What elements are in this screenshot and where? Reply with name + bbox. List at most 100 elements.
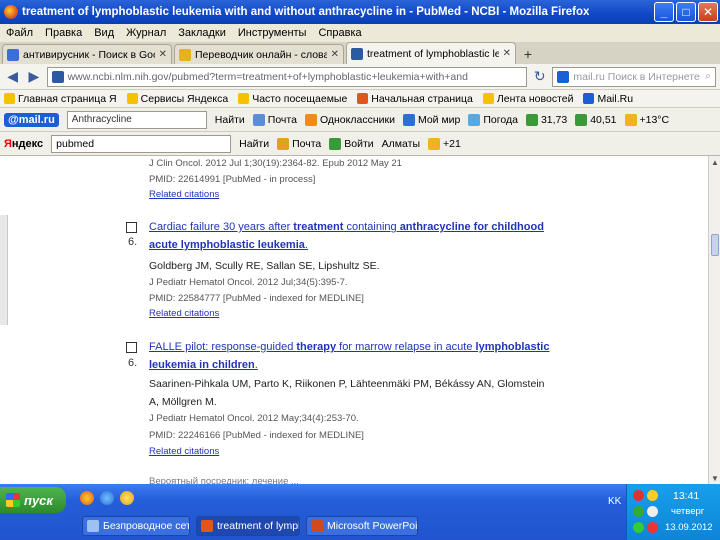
yandex-mail[interactable]: Почта [277,137,321,150]
minimize-button[interactable]: _ [654,2,674,22]
weather-icon [468,113,481,126]
forward-arrow-icon[interactable]: ▶ [25,68,42,86]
menu-tools[interactable]: Инструменты [238,27,307,39]
taskbar-button-powerpoint[interactable]: Microsoft PowerPoint ... [306,516,418,536]
folder-icon [4,93,15,104]
url-bar[interactable]: www.ncbi.nlm.nih.gov/pubmed?term=treatme… [46,66,528,87]
firefox-icon [201,520,213,532]
mailru-weather[interactable]: Погода [468,113,518,126]
scroll-thumb[interactable] [711,234,719,256]
network-icon [87,520,99,532]
powerpoint-icon [311,520,323,532]
tab-google[interactable]: антивирусник - Поиск в Google ✕ [2,44,172,64]
url-text: www.ncbi.nlm.nih.gov/pubmed?term=treatme… [67,70,468,83]
yandex-weather[interactable]: +21 [428,137,461,150]
firefox-icon[interactable] [80,491,94,505]
tab-label: Переводчик онлайн - словарь от PRO... [195,48,327,61]
new-tab-button[interactable]: + [518,44,538,64]
mailru-temperature[interactable]: +13°C [624,113,669,126]
related-citations-link[interactable]: Related citations [149,308,219,319]
yandex-find-button[interactable]: Найти [239,138,269,150]
reload-icon[interactable]: ↻ [531,68,548,86]
result-checkbox[interactable] [126,222,137,233]
bookmark-item[interactable]: Mail.Ru [583,93,633,105]
bookmark-item[interactable]: Часто посещаемые [238,93,347,105]
tray-icon[interactable] [647,506,658,517]
related-citations-link[interactable]: Related citations [149,189,219,200]
menu-edit[interactable]: Правка [45,27,82,39]
search-icon[interactable]: ⌕ [705,70,711,83]
menu-bookmarks[interactable]: Закладки [178,27,226,39]
search-input[interactable]: mail.ru Поиск в Интернете ⌕ [552,66,716,87]
tray-icon[interactable] [633,490,644,501]
taskbar-button-firefox[interactable]: treatment of lymph... [196,516,300,536]
tray-icon[interactable] [647,490,658,501]
mailru-search-icon [557,70,570,83]
mailru-eur[interactable]: 40,51 [575,113,617,126]
result-title-line2[interactable]: acute lymphoblastic leukemia. [149,239,308,251]
tab-close-icon[interactable]: ✕ [503,48,511,59]
maximize-button[interactable]: □ [676,2,696,22]
bookmark-item[interactable]: Лента новостей [482,93,573,105]
mailru-usd[interactable]: 31,73 [525,113,567,126]
result-title-line2[interactable]: leukemia in children. [149,359,258,371]
windows-logo-icon [6,493,20,507]
vertical-scrollbar[interactable]: ▲ ▼ [708,156,720,484]
yandex-logo[interactable]: Яндекс [4,138,43,150]
firefox-icon [357,93,369,104]
mailru-logo[interactable]: @mail.ru [4,112,59,127]
clock-time[interactable]: 13:41 [673,490,699,502]
menu-file[interactable]: Файл [6,27,33,39]
mail-icon [277,137,290,150]
mailru-find-button[interactable]: Найти [215,114,245,126]
quick-launch [80,491,134,505]
media-icon[interactable] [120,491,134,505]
taskbar: пуск Безпроводное сетев... treatment of … [0,484,720,540]
window-title: treatment of lymphoblastic leukemia with… [22,6,590,18]
scroll-up-icon[interactable]: ▲ [709,156,720,168]
tray-icon[interactable] [633,522,644,533]
start-button[interactable]: пуск [0,487,66,513]
back-arrow-icon[interactable]: ◀ [4,68,21,86]
result-authors: Goldberg JM, Scully RE, Sallan SE, Lipsh… [149,260,380,272]
language-indicator[interactable]: KK [608,496,621,507]
result-authors: Saarinen-Pihkala UM, Parto K, Riikonen P… [149,378,545,390]
yandex-search-input[interactable]: pubmed [51,134,232,153]
menu-history[interactable]: Журнал [126,27,166,39]
yandex-login[interactable]: Войти [329,137,374,150]
result-title[interactable]: FALLE pilot: response-guided therapy for… [149,341,549,353]
bookmark-item[interactable]: Сервисы Яндекса [126,93,228,105]
sidebar-handle[interactable] [0,215,8,325]
tray-icon[interactable] [633,506,644,517]
menu-view[interactable]: Вид [94,27,114,39]
result-checkbox[interactable] [126,342,137,353]
yandex-city[interactable]: Алматы [382,138,420,150]
mailru-odnoklassniki[interactable]: Одноклассники [304,113,395,126]
close-button[interactable]: ✕ [698,2,718,22]
result-authors-line2: A, Möllgren M. [149,396,217,408]
bookmark-item[interactable]: Начальная страница [357,93,473,105]
mailru-mymir[interactable]: Мой мир [402,113,460,126]
tab-close-icon[interactable]: ✕ [159,49,167,60]
navigation-bar: ◀ ▶ www.ncbi.nlm.nih.gov/pubmed?term=tre… [0,64,720,90]
tab-translator[interactable]: Переводчик онлайн - словарь от PRO... ✕ [174,44,344,64]
mailru-toolbar: @mail.ru Anthracycline Найти Почта Однок… [0,108,720,132]
menu-bar: Файл Правка Вид Журнал Закладки Инструме… [0,24,720,42]
title-bar: treatment of lymphoblastic leukemia with… [0,0,720,24]
ie-icon[interactable] [100,491,114,505]
mailru-mail[interactable]: Почта [252,113,297,126]
scroll-down-icon[interactable]: ▼ [709,472,720,484]
taskbar-button-network[interactable]: Безпроводное сетев... [82,516,190,536]
related-citations-link[interactable]: Related citations [149,446,219,457]
rss-icon [482,93,494,104]
tab-close-icon[interactable]: ✕ [331,49,339,60]
bookmarks-bar: Главная страница Я Сервисы Яндекса Часто… [0,90,720,108]
mailru-icon [583,93,595,104]
tab-pubmed[interactable]: treatment of lymphoblastic leukemia with… [346,42,516,64]
mailru-search-input[interactable]: Anthracycline [66,110,207,129]
result-title[interactable]: Cardiac failure 30 years after treatment… [149,221,544,233]
tray-icon[interactable] [647,522,658,533]
firefox-icon [4,5,18,19]
bookmark-item[interactable]: Главная страница Я [4,93,117,105]
menu-help[interactable]: Справка [318,27,361,39]
